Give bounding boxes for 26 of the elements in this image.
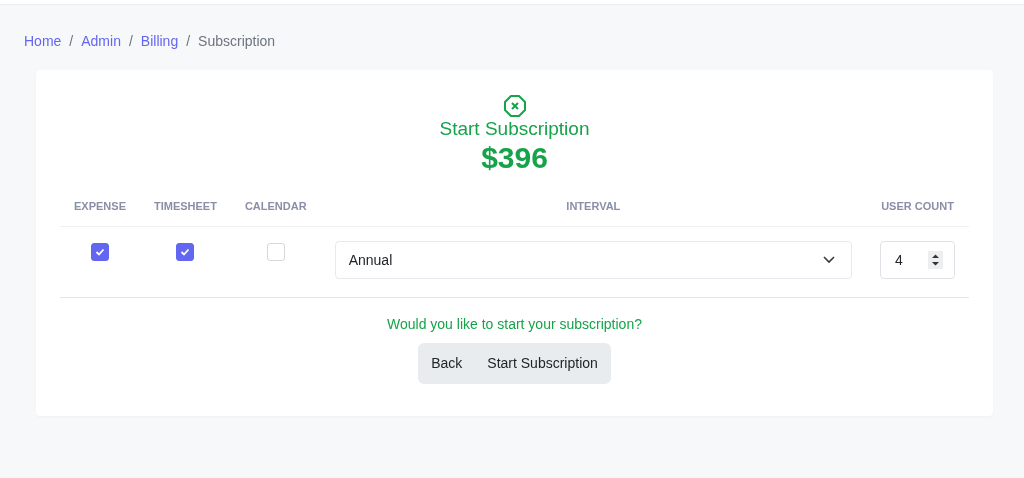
checkbox[interactable]	[91, 243, 109, 262]
column-header: INTERVAL	[566, 199, 621, 212]
column-header: USER COUNT	[881, 199, 954, 212]
breadcrumb-link[interactable]: Home	[24, 33, 62, 49]
spinner-icon[interactable]	[928, 251, 943, 270]
column-header: CALENDAR	[244, 199, 307, 212]
column-header: EXPENSE	[74, 199, 126, 212]
column-header: TIMESHEET	[153, 199, 217, 212]
back-button[interactable]: Back	[418, 343, 476, 385]
breadcrumb-separator: /	[186, 33, 191, 49]
breadcrumb-separator: /	[69, 33, 74, 49]
breadcrumb-current: Subscription	[198, 33, 276, 49]
breadcrumb-link[interactable]: Billing	[140, 33, 179, 49]
user-count-field[interactable]: 4	[880, 241, 955, 280]
breadcrumb-link[interactable]: Admin	[81, 33, 121, 49]
cancel-icon	[502, 94, 527, 118]
breadcrumb-separator: /	[128, 33, 133, 49]
start-subscription-button[interactable]: Start Subscription	[474, 343, 611, 385]
price: $396	[480, 140, 549, 174]
page-title: Start Subscription	[438, 118, 591, 141]
prompt-text: Would you like to start your subscription?	[386, 315, 643, 335]
check-icon	[180, 247, 191, 258]
checkbox[interactable]	[176, 243, 195, 262]
check-icon	[95, 247, 105, 258]
interval-dropdown[interactable]: Annual	[334, 241, 853, 280]
chevron-down-icon	[823, 256, 836, 265]
